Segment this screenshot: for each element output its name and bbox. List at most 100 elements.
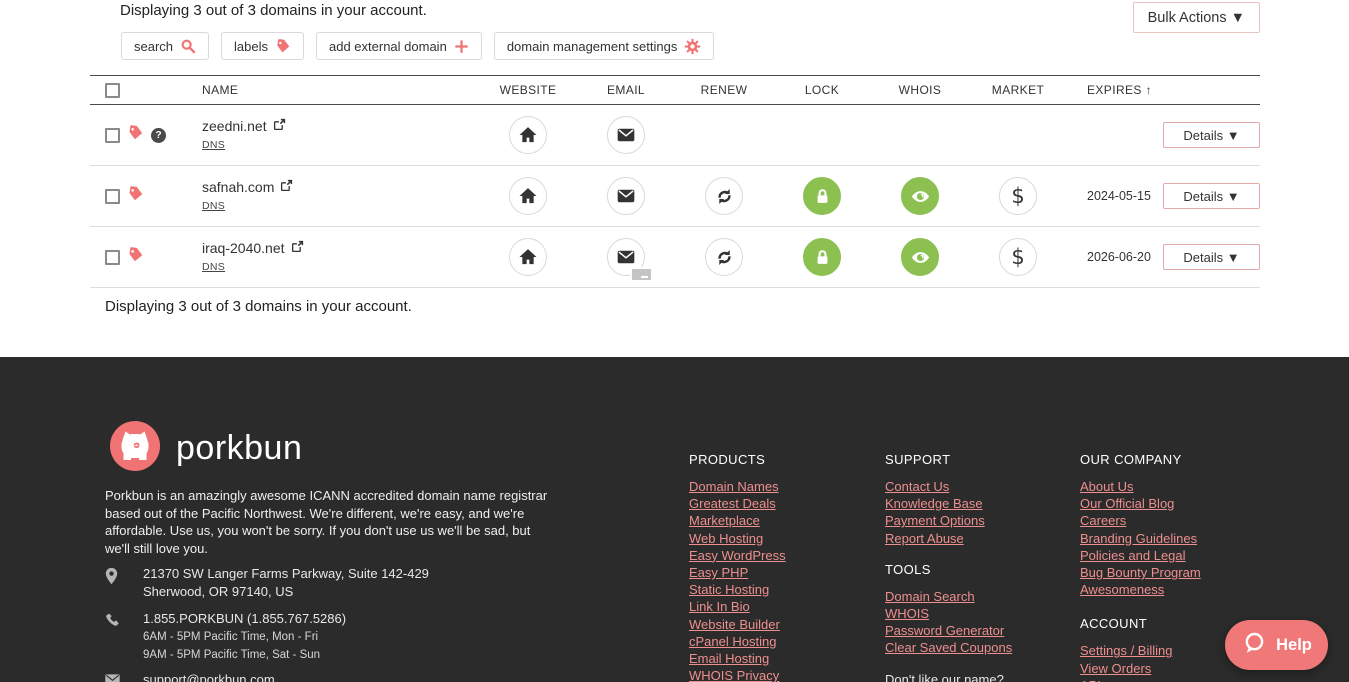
footer-link[interactable]: cPanel Hosting [689, 633, 786, 650]
row-checkbox[interactable] [105, 128, 120, 143]
column-header-name[interactable]: NAME [202, 83, 479, 97]
footer-link[interactable]: Policies and Legal [1080, 547, 1201, 564]
column-header-website[interactable]: WEBSITE [479, 83, 577, 97]
label-tag-icon[interactable] [127, 185, 144, 207]
renew-icon[interactable] [705, 177, 743, 215]
email-icon[interactable] [607, 116, 645, 154]
footer-link[interactable]: Domain Names [689, 478, 786, 495]
footer-link[interactable]: View Orders [1080, 660, 1201, 677]
website-icon[interactable] [509, 116, 547, 154]
footer-link[interactable]: Domain Search [885, 588, 1012, 605]
gear-icon [684, 38, 701, 55]
footer-link[interactable]: Easy PHP [689, 564, 786, 581]
website-icon[interactable] [509, 177, 547, 215]
domain-name[interactable]: iraq-2040.net [202, 240, 285, 256]
column-header-market[interactable]: MARKET [969, 83, 1067, 97]
footer-tagline: Don't like our name? [885, 672, 1012, 682]
domain-management-settings-button[interactable]: domain management settings [494, 32, 715, 60]
details-button[interactable]: Details ▼ [1163, 122, 1260, 148]
renew-icon[interactable] [705, 238, 743, 276]
bulk-actions-button[interactable]: Bulk Actions ▼ [1133, 2, 1260, 33]
labels-button[interactable]: labels [221, 32, 304, 60]
footer-heading-tools: TOOLS [885, 562, 1012, 577]
footer-link[interactable]: Our Official Blog [1080, 495, 1201, 512]
displaying-count-text-bottom: Displaying 3 out of 3 domains in your ac… [105, 298, 412, 315]
column-header-lock[interactable]: LOCK [773, 83, 871, 97]
footer-heading-products: PRODUCTS [689, 452, 786, 467]
page-footer: porkbun Porkbun is an amazingly awesome … [0, 357, 1349, 682]
footer-link[interactable]: WHOIS Privacy [689, 667, 786, 682]
tag-icon [275, 38, 291, 54]
domain-management-page: Displaying 3 out of 3 domains in your ac… [0, 0, 1349, 682]
credit-card-badge-icon [630, 267, 653, 282]
external-link-icon[interactable] [291, 240, 304, 256]
footer-link[interactable]: Careers [1080, 512, 1201, 529]
lock-icon[interactable] [803, 177, 841, 215]
row-checkbox[interactable] [105, 189, 120, 204]
footer-link[interactable]: Clear Saved Coupons [885, 639, 1012, 656]
column-header-renew[interactable]: RENEW [675, 83, 773, 97]
support-email-link[interactable]: support@porkbun.com [143, 671, 275, 682]
dns-link[interactable]: DNS [202, 261, 225, 273]
details-button[interactable]: Details ▼ [1163, 183, 1260, 209]
dns-link[interactable]: DNS [202, 200, 225, 212]
lock-icon[interactable] [803, 238, 841, 276]
table-row: iraq-2040.net DNS $ 2026-06-20 Details ▼ [90, 227, 1260, 288]
footer-link[interactable]: Email Hosting [689, 650, 786, 667]
footer-link[interactable]: Knowledge Base [885, 495, 1012, 512]
whois-eye-icon[interactable] [901, 177, 939, 215]
email-icon[interactable] [607, 238, 645, 276]
market-dollar-icon[interactable]: $ [999, 177, 1037, 215]
add-external-domain-label: add external domain [329, 39, 447, 54]
footer-link[interactable]: Link In Bio [689, 598, 786, 615]
label-tag-icon[interactable] [127, 246, 144, 268]
search-button[interactable]: search [121, 32, 209, 60]
footer-column-support: SUPPORT Contact Us Knowledge Base Paymen… [885, 452, 1012, 682]
footer-phone: 1.855.PORKBUN (1.855.767.5286) 6AM - 5PM… [105, 610, 346, 665]
external-link-icon[interactable] [280, 179, 293, 195]
footer-link[interactable]: Web Hosting [689, 530, 786, 547]
column-header-whois[interactable]: WHOIS [871, 83, 969, 97]
column-header-expires[interactable]: EXPIRES ↑ [1067, 83, 1161, 97]
whois-eye-icon[interactable] [901, 238, 939, 276]
details-button[interactable]: Details ▼ [1163, 244, 1260, 270]
phone-number: 1.855.PORKBUN (1.855.767.5286) [143, 610, 346, 628]
footer-link[interactable]: Greatest Deals [689, 495, 786, 512]
email-icon[interactable] [607, 177, 645, 215]
footer-link[interactable]: Branding Guidelines [1080, 530, 1201, 547]
help-button-label: Help [1276, 636, 1312, 655]
help-button[interactable]: Help [1225, 620, 1328, 670]
footer-link[interactable]: Bug Bounty Program [1080, 564, 1201, 581]
footer-link[interactable]: Password Generator [885, 622, 1012, 639]
domain-name[interactable]: zeedni.net [202, 118, 267, 134]
footer-link[interactable]: Contact Us [885, 478, 1012, 495]
domain-name[interactable]: safnah.com [202, 179, 274, 195]
table-row: ? zeedni.net DNS Details ▼ [90, 105, 1260, 166]
brand-name: porkbun [176, 429, 302, 468]
column-header-email[interactable]: EMAIL [577, 83, 675, 97]
expires-date: 2024-05-15 [1067, 189, 1161, 203]
footer-link[interactable]: Settings / Billing [1080, 642, 1201, 659]
footer-link[interactable]: About Us [1080, 478, 1201, 495]
footer-column-products: PRODUCTS Domain Names Greatest Deals Mar… [689, 452, 786, 682]
select-all-checkbox[interactable] [105, 83, 120, 98]
footer-link[interactable]: Report Abuse [885, 530, 1012, 547]
external-link-icon[interactable] [273, 118, 286, 134]
website-icon[interactable] [509, 238, 547, 276]
add-external-domain-button[interactable]: add external domain [316, 32, 482, 60]
footer-link[interactable]: Awesomeness [1080, 581, 1201, 598]
footer-link[interactable]: Website Builder [689, 616, 786, 633]
label-tag-icon[interactable] [127, 124, 144, 146]
footer-link[interactable]: API [1080, 677, 1201, 682]
table-header-row: NAME WEBSITE EMAIL RENEW LOCK WHOIS MARK… [90, 75, 1260, 105]
help-question-icon[interactable]: ? [151, 128, 166, 143]
market-dollar-icon[interactable]: $ [999, 238, 1037, 276]
row-checkbox[interactable] [105, 250, 120, 265]
footer-link[interactable]: Static Hosting [689, 581, 786, 598]
footer-link[interactable]: Payment Options [885, 512, 1012, 529]
footer-column-company: OUR COMPANY About Us Our Official Blog C… [1080, 452, 1201, 682]
footer-link[interactable]: Marketplace [689, 512, 786, 529]
footer-link[interactable]: Easy WordPress [689, 547, 786, 564]
dns-link[interactable]: DNS [202, 139, 225, 151]
footer-link[interactable]: WHOIS [885, 605, 1012, 622]
